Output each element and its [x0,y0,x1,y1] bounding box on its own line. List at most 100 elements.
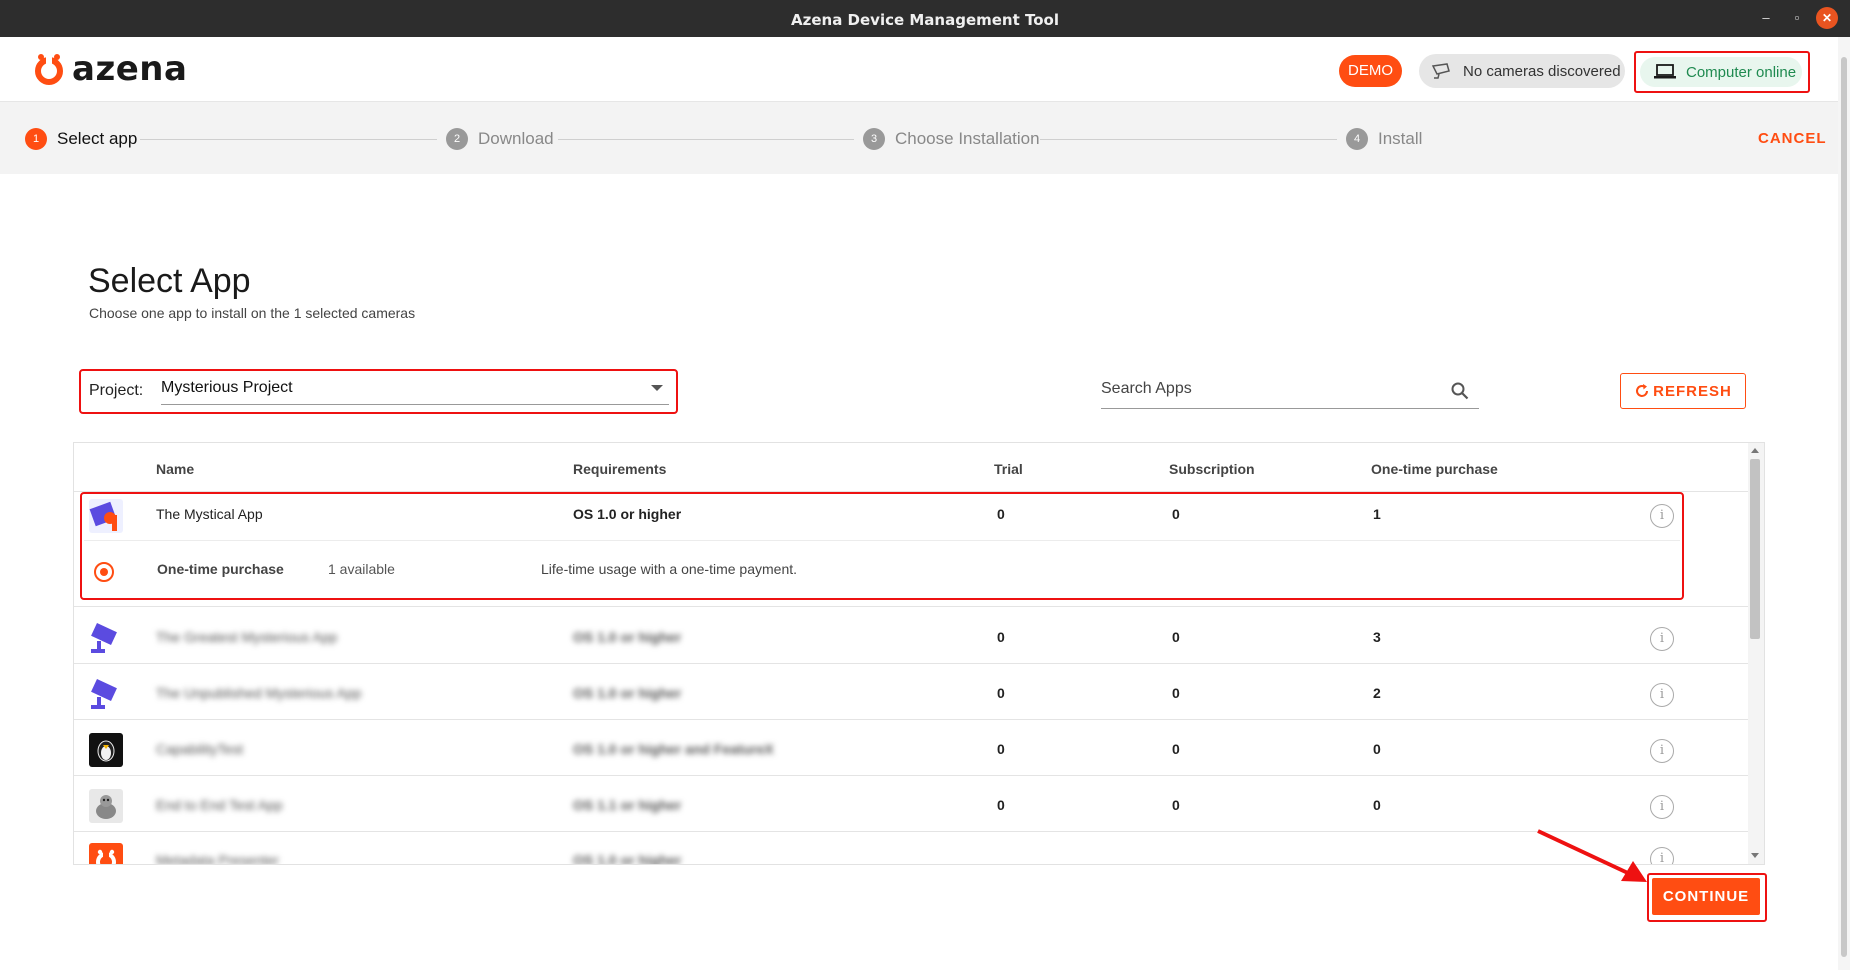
computer-online-text: Computer online [1686,63,1797,81]
brand-name: azena [72,49,188,89]
row-divider [74,831,1748,832]
project-select[interactable]: Mysterious Project [161,371,669,405]
app-one-time-count: 0 [1373,741,1381,757]
app-subscription-count: 0 [1172,741,1180,757]
license-option-label: One-time purchase [157,561,284,577]
chevron-down-icon [651,385,663,391]
scroll-down-arrow-icon[interactable] [1751,853,1759,858]
app-name: The Mystical App [156,506,263,522]
computer-online-pill: Computer online [1640,57,1802,87]
app-requirements: OS 1.0 or higher [573,852,682,865]
step-connector [558,139,854,140]
info-icon[interactable]: i [1650,739,1674,763]
azena-logo-icon [35,54,63,85]
step-connector [1040,139,1337,140]
app-trial-count: 0 [997,506,1005,522]
camera-icon [1431,62,1453,80]
app-name: CapabilityTest [156,741,244,757]
laptop-icon [1654,64,1676,80]
column-header-subscription: Subscription [1169,461,1255,477]
app-subscription-count: 0 [1172,797,1180,813]
selected-app-highlight [80,492,1684,600]
continue-button[interactable]: CONTINUE [1652,878,1760,915]
window-title: Azena Device Management Tool [791,11,1059,29]
app-trial-count: 0 [997,685,1005,701]
info-icon[interactable]: i [1650,683,1674,707]
column-header-one-time-purchase: One-time purchase [1371,461,1498,477]
info-icon[interactable]: i [1650,627,1674,651]
computer-online-highlight: Computer online [1634,51,1810,93]
app-name: Metadata Presenter [156,852,279,865]
azena-logo: azena [32,49,188,89]
column-header-requirements: Requirements [573,461,667,477]
annotation-arrow-icon [1537,829,1647,882]
refresh-icon [1634,383,1650,399]
info-icon[interactable]: i [1650,504,1674,528]
info-icon[interactable]: i [1650,795,1674,819]
app-name: The Unpublished Mysterious App [156,685,362,701]
apps-table: Name Requirements Trial Subscription One… [73,442,1765,865]
minimize-button[interactable]: – [1755,7,1777,29]
step-install: 4 Install [1346,128,1422,150]
search-input[interactable] [1101,380,1431,398]
maximize-button[interactable]: ▫ [1786,7,1808,29]
radio-one-time-purchase[interactable] [94,562,114,582]
step-number: 4 [1346,128,1368,150]
app-requirements: OS 1.0 or higher [573,506,682,522]
window-titlebar: Azena Device Management Tool – ▫ ✕ [0,0,1850,37]
step-download: 2 Download [446,128,554,150]
scroll-up-arrow-icon[interactable] [1751,448,1759,453]
step-label: Choose Installation [895,129,1040,148]
step-label: Select app [57,129,138,148]
license-option-available: 1 available [328,561,395,577]
page-subtitle: Choose one app to install on the 1 selec… [89,305,416,321]
app-icon [89,499,123,533]
app-one-time-count: 2 [1373,685,1381,701]
app-subscription-count: 0 [1172,506,1180,522]
step-number: 1 [25,128,47,150]
column-header-name: Name [156,461,195,477]
row-divider [84,540,1680,541]
step-number: 3 [863,128,885,150]
row-divider [74,606,1748,607]
search-field[interactable] [1101,372,1479,409]
project-select-value: Mysterious Project [161,379,293,396]
demo-badge: DEMO [1339,55,1402,87]
app-subscription-count: 0 [1172,685,1180,701]
page-scrollbar-thumb[interactable] [1841,57,1847,957]
app-subscription-count: 0 [1172,629,1180,645]
column-header-trial: Trial [994,461,1023,477]
app-trial-count: 0 [997,629,1005,645]
row-divider [74,719,1748,720]
project-label: Project: [89,382,144,399]
progress-stepper: 1 Select app 2 Download 3 Choose Install… [0,102,1838,174]
app-icon [89,843,123,864]
cameras-status-pill: No cameras discovered [1419,54,1625,88]
app-trial-count: 0 [997,741,1005,757]
page-title: Select App [88,262,251,300]
row-divider [74,663,1748,664]
step-choose-installation: 3 Choose Installation [863,128,1040,150]
cameras-status-text: No cameras discovered [1463,62,1621,80]
app-one-time-count: 0 [1373,797,1381,813]
page-scrollbar[interactable] [1838,37,1850,970]
step-select-app: 1 Select app [25,128,137,150]
close-window-button[interactable]: ✕ [1816,7,1838,29]
app-requirements: OS 1.0 or higher and FeatureX [573,741,774,757]
app-name: End to End Test App [156,797,283,813]
app-requirements: OS 1.1 or higher [573,797,682,813]
step-label: Install [1378,129,1423,148]
app-name: The Greatest Mysterious App [156,629,338,645]
search-icon[interactable] [1451,382,1469,405]
refresh-button[interactable]: REFRESH [1620,373,1746,409]
app-icon [89,677,123,711]
step-label: Download [478,129,554,148]
app-trial-count: 0 [997,797,1005,813]
app-one-time-count: 1 [1373,506,1381,522]
table-scrollbar-thumb[interactable] [1750,459,1760,639]
row-divider [74,775,1748,776]
app-one-time-count: 3 [1373,629,1381,645]
cancel-button[interactable]: CANCEL [1758,130,1827,147]
refresh-label: REFRESH [1653,382,1732,400]
license-option-description: Life-time usage with a one-time payment. [541,561,798,577]
